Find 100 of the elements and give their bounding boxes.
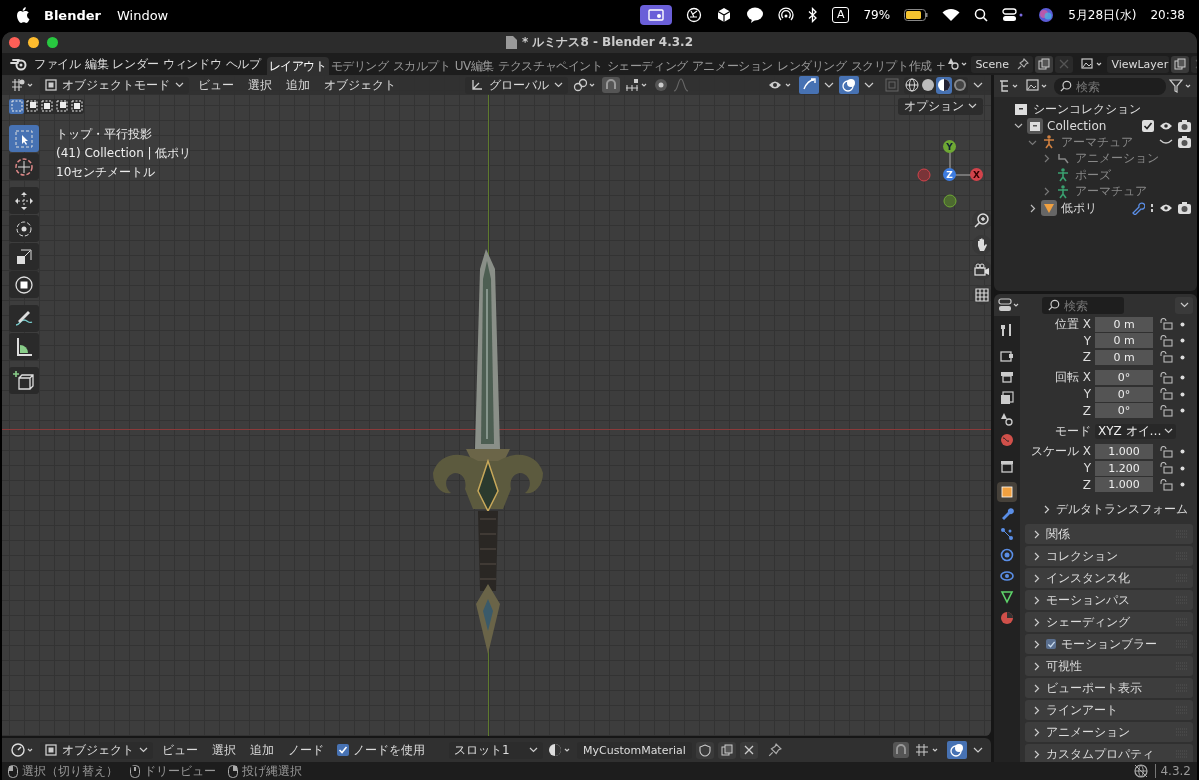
lock-icon[interactable] bbox=[1159, 334, 1173, 347]
gizmo-toggle-icon[interactable] bbox=[799, 76, 819, 94]
outliner-item[interactable]: シーンコレクション bbox=[1033, 100, 1141, 118]
filter-icon[interactable] bbox=[1169, 79, 1193, 93]
menu-item[interactable]: ヘルプ bbox=[223, 55, 263, 73]
number-field[interactable]: 0° bbox=[1095, 403, 1153, 419]
copy-button[interactable] bbox=[1035, 55, 1054, 73]
menu-item[interactable]: Window bbox=[117, 7, 169, 23]
panel-header[interactable]: ビューポート表示 bbox=[1025, 678, 1193, 698]
tool-button[interactable] bbox=[9, 367, 39, 394]
camera-icon[interactable] bbox=[1178, 136, 1191, 149]
keyframe-dot-icon[interactable] bbox=[1180, 391, 1185, 397]
number-field[interactable]: 0 m bbox=[1095, 333, 1153, 349]
number-field[interactable]: 0° bbox=[1095, 370, 1153, 386]
outliner-item[interactable]: ポーズ bbox=[1075, 166, 1111, 184]
panel-header[interactable]: モーションブラー bbox=[1025, 634, 1193, 654]
outliner-item[interactable]: アニメーション bbox=[1075, 150, 1159, 168]
caret-icon[interactable] bbox=[1028, 203, 1037, 213]
camera-icon[interactable] bbox=[1178, 119, 1191, 132]
keyframe-dot-icon[interactable] bbox=[1180, 482, 1185, 488]
chat-bubble-icon[interactable] bbox=[745, 7, 764, 23]
orientation-dropdown[interactable]: グローバル bbox=[465, 76, 568, 94]
panel-header[interactable]: 可視性 bbox=[1025, 656, 1193, 676]
subpanel-header[interactable]: デルタトランスフォーム bbox=[1025, 501, 1193, 518]
lock-icon[interactable] bbox=[1159, 371, 1173, 384]
keyframe-dot-icon[interactable] bbox=[1180, 338, 1185, 344]
control-center-icon[interactable] bbox=[1002, 8, 1025, 22]
lock-icon[interactable] bbox=[1159, 388, 1173, 401]
menu-item[interactable]: ビュー bbox=[157, 741, 203, 759]
camera-icon[interactable] bbox=[1178, 202, 1191, 215]
search-field[interactable]: 検索 bbox=[1054, 78, 1166, 95]
input-mode-indicator[interactable]: A bbox=[831, 7, 850, 23]
workspace-tab[interactable]: アニメーション bbox=[689, 57, 775, 75]
mode-dropdown[interactable]: オブジェクトモード bbox=[40, 76, 189, 94]
shading-mode-button[interactable] bbox=[904, 76, 920, 94]
caret-icon[interactable] bbox=[824, 82, 834, 88]
menu-item[interactable]: オブジェクト bbox=[319, 76, 401, 94]
panel-header[interactable]: ラインアート bbox=[1025, 700, 1193, 720]
selection-mode-button[interactable] bbox=[9, 98, 24, 114]
menu-item[interactable]: レンダー bbox=[110, 55, 162, 73]
workspace-tab[interactable]: シェーディング bbox=[604, 57, 690, 75]
menu-item[interactable]: 選択 bbox=[243, 76, 277, 94]
menubar-time[interactable]: 20:38 bbox=[1150, 8, 1185, 22]
workspace-tab[interactable]: テクスチャペイント bbox=[496, 57, 605, 75]
apple-icon[interactable] bbox=[16, 7, 30, 23]
caret-icon[interactable] bbox=[1042, 154, 1051, 164]
caret-icon[interactable] bbox=[1042, 187, 1051, 197]
lock-icon[interactable] bbox=[1159, 445, 1173, 458]
fake-user-button[interactable] bbox=[695, 741, 714, 759]
pivot-point-icon[interactable] bbox=[573, 78, 597, 92]
exclude-checkbox[interactable] bbox=[1142, 119, 1154, 132]
copy-button[interactable] bbox=[1171, 55, 1190, 73]
wifi-icon[interactable] bbox=[942, 8, 961, 22]
caret-icon[interactable] bbox=[973, 747, 983, 753]
material-name-field[interactable]: MyCustomMaterial bbox=[577, 741, 692, 759]
snap-increment-icon[interactable] bbox=[625, 78, 649, 92]
app-menu[interactable]: Blender bbox=[44, 7, 101, 23]
rotation-mode-dropdown[interactable]: XYZ オイ… bbox=[1095, 423, 1176, 439]
caret-icon[interactable] bbox=[973, 82, 983, 88]
workspace-tab[interactable]: スクリプト作成 bbox=[848, 57, 934, 75]
blender-logo-icon[interactable] bbox=[10, 57, 28, 71]
tool-button[interactable] bbox=[9, 243, 39, 270]
scene-field[interactable]: Scene bbox=[971, 55, 1034, 73]
network-off-icon[interactable] bbox=[1133, 764, 1150, 778]
outliner-item[interactable]: 低ポリ bbox=[1061, 199, 1097, 217]
zoom-icon[interactable] bbox=[972, 210, 991, 230]
overlays-icon[interactable] bbox=[839, 76, 859, 94]
lock-icon[interactable] bbox=[1159, 351, 1173, 364]
aperture-icon[interactable] bbox=[685, 7, 702, 23]
outliner-item[interactable]: アーマチュア bbox=[1075, 183, 1147, 201]
close-button[interactable] bbox=[9, 37, 20, 48]
number-field[interactable]: 1.200 bbox=[1095, 460, 1153, 476]
tool-button[interactable] bbox=[9, 271, 39, 298]
panel-header[interactable]: アニメーション bbox=[1025, 722, 1193, 742]
minimize-button[interactable] bbox=[28, 37, 39, 48]
keyframe-dot-icon[interactable] bbox=[1180, 408, 1185, 414]
menu-item[interactable]: ファイル bbox=[32, 55, 83, 73]
menu-item[interactable]: ビュー bbox=[193, 76, 239, 94]
selection-mode-button[interactable] bbox=[54, 98, 69, 114]
menu-item[interactable]: 追加 bbox=[245, 741, 279, 759]
keyframe-dot-icon[interactable] bbox=[1180, 321, 1185, 327]
menu-item[interactable]: ノード bbox=[283, 741, 329, 759]
grid-icon[interactable] bbox=[972, 285, 991, 305]
lock-icon[interactable] bbox=[1159, 478, 1173, 491]
cube-icon[interactable] bbox=[715, 7, 732, 23]
overlays-icon[interactable] bbox=[947, 741, 967, 759]
options-dropdown[interactable]: オプション bbox=[898, 97, 983, 115]
menu-item[interactable]: 追加 bbox=[281, 76, 315, 94]
eye-icon[interactable] bbox=[1159, 203, 1173, 214]
outliner-item[interactable]: アーマチュア bbox=[1061, 133, 1133, 151]
eye-icon[interactable] bbox=[1159, 120, 1173, 131]
tool-button[interactable] bbox=[9, 187, 39, 214]
number-field[interactable]: 0° bbox=[1095, 386, 1153, 402]
lock-icon[interactable] bbox=[1159, 462, 1173, 475]
workspace-tab[interactable]: スカルプト bbox=[390, 57, 453, 75]
menu-item[interactable]: 選択 bbox=[207, 741, 241, 759]
selection-mode-button[interactable] bbox=[69, 98, 84, 114]
panel-checkbox[interactable] bbox=[1046, 639, 1056, 649]
use-nodes-checkbox[interactable] bbox=[337, 744, 349, 756]
screen-share-icon[interactable] bbox=[639, 5, 672, 25]
